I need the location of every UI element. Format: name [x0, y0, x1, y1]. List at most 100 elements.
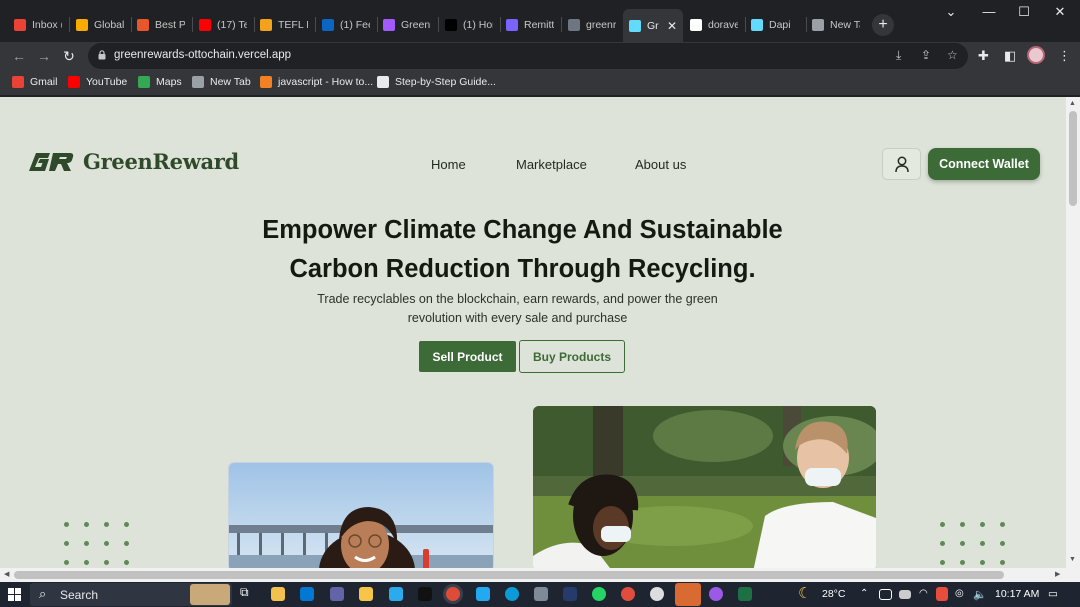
telegram-icon[interactable]: [389, 587, 403, 601]
hero-subtitle-line-1: Trade recyclables on the blockchain, ear…: [317, 292, 718, 306]
browser-tab[interactable]: (17) Te: [193, 12, 253, 38]
browser-tab[interactable]: Inbox (: [8, 12, 68, 38]
tray-chevron-icon[interactable]: ⌃: [860, 588, 868, 599]
bookmark-item[interactable]: Step-by-Step Guide...: [377, 76, 496, 88]
menu-icon[interactable]: ⋮: [1058, 48, 1071, 64]
app-purple-icon[interactable]: [709, 587, 723, 601]
install-app-icon[interactable]: ⤓: [896, 48, 901, 63]
back-icon[interactable]: ←: [9, 46, 29, 66]
reload-icon[interactable]: ↻: [59, 46, 79, 66]
address-bar[interactable]: greenrewards-ottochain.vercel.app ⤓ ⇪ ☆: [88, 43, 968, 69]
nav-about-link[interactable]: About us: [635, 157, 686, 172]
browser-tab[interactable]: dorave: [684, 12, 744, 38]
browser-tab[interactable]: (1) Fee: [316, 12, 376, 38]
nav-marketplace-link[interactable]: Marketplace: [516, 157, 587, 172]
tray-display-icon[interactable]: [879, 589, 892, 600]
tab-favicon-icon: [568, 19, 580, 31]
decorative-dots-right: [940, 522, 1005, 565]
mail-icon[interactable]: [300, 587, 314, 601]
sticky-notes-icon[interactable]: [359, 587, 373, 601]
new-tab-button[interactable]: +: [872, 14, 894, 36]
buy-products-button[interactable]: Buy Products: [519, 340, 625, 373]
bookmark-label: Step-by-Step Guide...: [395, 76, 496, 88]
browser-tab[interactable]: (1) Hor: [439, 12, 499, 38]
weather-temp[interactable]: 28°C: [822, 588, 845, 600]
tab-favicon-icon: [629, 19, 641, 32]
task-view-icon[interactable]: ⧉: [240, 585, 254, 599]
tab-close-icon[interactable]: ✕: [667, 19, 677, 33]
browser-tab[interactable]: Gr ✕: [623, 9, 683, 42]
tray-app-icon[interactable]: ◎: [955, 588, 964, 599]
taskbar-search-box[interactable]: ⌕ Search: [30, 583, 232, 606]
brand-name: GreenReward: [83, 149, 239, 174]
browser-tab[interactable]: Remitt: [500, 12, 560, 38]
vertical-scrollbar[interactable]: ▲ ▼: [1066, 97, 1080, 568]
sell-product-button[interactable]: Sell Product: [419, 341, 516, 372]
close-window-button[interactable]: ✕: [1045, 4, 1075, 20]
bookmark-label: YouTube: [86, 76, 128, 88]
browser-tab[interactable]: TEFL Pr: [254, 12, 314, 38]
account-button[interactable]: [882, 148, 921, 180]
bookmark-item[interactable]: javascript - How to...: [260, 76, 373, 88]
side-panel-icon[interactable]: ◧: [1004, 48, 1016, 64]
tab-label: TEFL Pr: [278, 19, 308, 31]
tab-favicon-icon: [690, 19, 702, 31]
browser-tab[interactable]: New Ta: [806, 12, 866, 38]
notifications-icon[interactable]: ▭: [1048, 588, 1058, 600]
vscode-icon[interactable]: [476, 587, 490, 601]
browser-tab[interactable]: Best Pc: [131, 12, 191, 38]
wifi-icon[interactable]: ◠: [919, 588, 928, 599]
windows-start-icon[interactable]: [8, 588, 21, 601]
github-desktop-icon[interactable]: [650, 587, 664, 601]
bookmark-item[interactable]: New Tab: [192, 76, 251, 88]
tab-favicon-icon: [76, 19, 88, 31]
file-explorer-icon[interactable]: [271, 587, 285, 601]
horizontal-scroll-thumb[interactable]: [14, 571, 1004, 579]
search-highlight-image: [190, 584, 230, 605]
volume-icon[interactable]: 🔈: [973, 588, 987, 601]
site-logo[interactable]: GreenReward: [26, 149, 239, 174]
forward-icon[interactable]: →: [34, 46, 54, 66]
hero-title-line-1: Empower Climate Change And Sustainable: [262, 216, 783, 244]
photos-icon[interactable]: [621, 587, 635, 601]
app-shield-icon[interactable]: [563, 587, 577, 601]
windows-taskbar: ⌕ Search ⧉ ☾ 28°C ⌃ ◠ ◎ 🔈 10:17 AM ▭: [0, 582, 1080, 607]
extensions-icon[interactable]: ✚: [978, 48, 989, 64]
chrome-icon[interactable]: [446, 587, 460, 601]
whatsapp-icon[interactable]: [592, 587, 606, 601]
tab-favicon-icon: [137, 19, 149, 31]
tab-search-icon[interactable]: ⌄: [936, 4, 966, 20]
tab-label: Gr: [647, 19, 659, 32]
browser-toolbar: ← → ↻ greenrewards-ottochain.vercel.app …: [0, 42, 1080, 70]
greenreward-logo-icon: [29, 152, 74, 171]
tiktok-icon[interactable]: [418, 587, 432, 601]
hero-title-line-2: Carbon Reduction Through Recycling.: [289, 255, 756, 283]
browser-tab[interactable]: GreenR: [377, 12, 437, 38]
bookmark-item[interactable]: Gmail: [12, 76, 57, 88]
tab-favicon-icon: [751, 19, 763, 31]
calculator-icon[interactable]: [534, 587, 548, 601]
browser-tab[interactable]: Dapi: [745, 12, 805, 38]
clock-time[interactable]: 10:17 AM: [995, 588, 1039, 600]
connect-wallet-button[interactable]: Connect Wallet: [928, 148, 1040, 180]
browser-tab[interactable]: greenr: [562, 12, 622, 38]
bookmark-item[interactable]: Maps: [138, 76, 182, 88]
teams-icon[interactable]: [330, 587, 344, 601]
minimize-button[interactable]: —: [974, 4, 1004, 19]
edge-icon[interactable]: [505, 587, 519, 601]
vertical-scroll-thumb[interactable]: [1069, 111, 1077, 206]
excel-icon[interactable]: [738, 587, 752, 601]
profile-avatar[interactable]: [1027, 46, 1045, 64]
taskbar-search-label: Search: [60, 588, 99, 602]
horizontal-scrollbar[interactable]: ◀ ▶: [0, 568, 1080, 582]
tray-flag-icon[interactable]: [936, 587, 948, 601]
bookmark-star-icon[interactable]: ☆: [947, 48, 958, 62]
tab-label: GreenR: [401, 19, 431, 31]
bookmark-item[interactable]: YouTube: [68, 76, 127, 88]
discord-icon[interactable]: [675, 583, 701, 606]
battery-icon[interactable]: [899, 590, 911, 599]
nav-home-link[interactable]: Home: [431, 157, 466, 172]
share-icon[interactable]: ⇪: [921, 48, 931, 62]
browser-tab[interactable]: Global: [70, 12, 130, 38]
maximize-button[interactable]: ☐: [1009, 4, 1039, 20]
